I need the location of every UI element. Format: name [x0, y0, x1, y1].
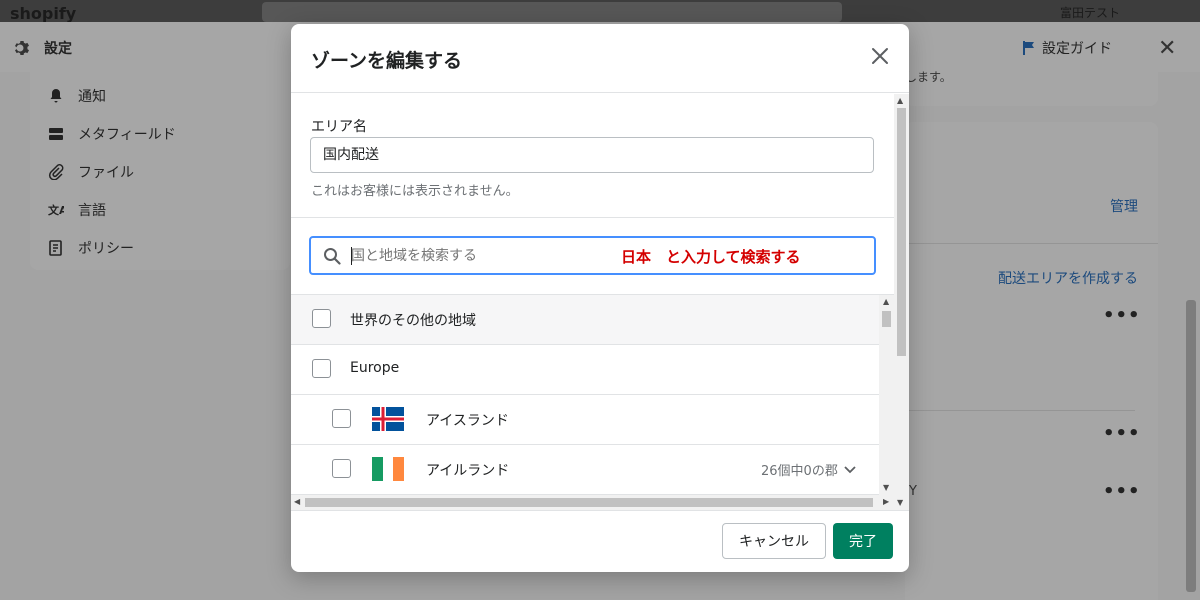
bell-icon	[50, 89, 62, 103]
translate-icon: 文A	[48, 203, 64, 217]
sidebar-item-label: 通知	[78, 89, 106, 105]
top-bar: shopify 富田テスト	[0, 0, 1200, 23]
info-card: します。	[905, 70, 1158, 106]
cancel-button[interactable]: キャンセル	[722, 523, 826, 559]
list-item-label: アイルランド	[426, 463, 510, 479]
top-search-bar[interactable]	[262, 2, 842, 22]
page-scrollbar[interactable]	[1186, 300, 1196, 592]
flag-icon	[1023, 41, 1034, 55]
checkbox[interactable]	[332, 409, 351, 428]
list-scrollbar[interactable]: ▲ ▼	[879, 295, 894, 495]
county-count[interactable]: 26個中0の郡	[761, 460, 856, 479]
area-name-help-text: これはお客様には表示されません。	[311, 184, 519, 199]
search-icon	[324, 248, 341, 265]
edit-zone-modal: ゾーンを編集する エリア名 国内配送 これはお客様には表示されません。 日本 と…	[291, 24, 909, 572]
close-icon[interactable]	[867, 43, 893, 69]
list-item-label: アイスランド	[426, 413, 509, 429]
checkbox[interactable]	[332, 459, 351, 478]
sidebar-item-notifications[interactable]: 通知	[48, 86, 106, 106]
shopify-logo[interactable]: shopify	[10, 4, 76, 23]
checkbox[interactable]	[312, 359, 331, 378]
user-name[interactable]: 富田テスト	[1060, 4, 1120, 21]
setup-guide-button[interactable]: 設定ガイド	[1022, 38, 1112, 58]
manage-link[interactable]: 管理	[1110, 196, 1138, 216]
list-item-label: 世界のその他の地域	[350, 313, 476, 329]
list-item[interactable]: Europe	[291, 345, 879, 395]
info-card-text: します。	[905, 70, 952, 84]
settings-title-text: 設定	[44, 41, 72, 57]
chevron-down-icon	[844, 465, 856, 473]
paperclip-icon	[48, 164, 64, 180]
modal-header: ゾーンを編集する	[291, 24, 909, 93]
more-options-icon[interactable]: •••	[1103, 481, 1141, 502]
settings-title: 設定	[12, 38, 72, 58]
sidebar-item-label: 言語	[78, 203, 106, 219]
country-search-input[interactable]	[351, 244, 591, 268]
list-item-label: Europe	[350, 360, 400, 376]
sidebar-item-policies[interactable]: ポリシー	[48, 238, 134, 258]
sidebar-item-label: ポリシー	[78, 241, 134, 257]
area-name-input[interactable]: 国内配送	[310, 137, 874, 173]
shipping-card	[905, 122, 1158, 600]
list-horizontal-scrollbar[interactable]: ◀ ▶	[291, 495, 894, 510]
more-options-icon[interactable]: •••	[1103, 305, 1141, 326]
done-button[interactable]: 完了	[833, 523, 893, 559]
metafield-icon	[49, 128, 63, 140]
modal-title: ゾーンを編集する	[311, 50, 463, 72]
list-item[interactable]: アイスランド	[291, 395, 879, 445]
setup-guide-label: 設定ガイド	[1042, 41, 1112, 57]
checkbox[interactable]	[312, 309, 331, 328]
svg-text:文A: 文A	[48, 203, 64, 217]
close-settings-icon[interactable]: ✕	[1158, 36, 1176, 61]
list-item[interactable]: アイルランド 26個中0の郡	[291, 445, 879, 495]
partial-text: Y	[909, 484, 917, 499]
country-list: 世界のその他の地域 Europe アイスランド アイルランド 26個中0の郡 ▲…	[291, 294, 894, 510]
ireland-flag-icon	[372, 457, 404, 481]
country-search-field[interactable]: 日本 と入力して検索する	[309, 236, 876, 275]
sidebar-item-languages[interactable]: 文A 言語	[48, 200, 106, 220]
modal-footer: キャンセル 完了	[291, 510, 909, 572]
county-count-text: 26個中0の郡	[761, 464, 838, 479]
divider	[905, 243, 1158, 244]
sidebar-item-label: ファイル	[78, 165, 134, 181]
gear-icon	[15, 41, 29, 55]
divider	[905, 410, 1135, 411]
sidebar-item-files[interactable]: ファイル	[48, 162, 134, 182]
list-item[interactable]: 世界のその他の地域	[291, 295, 879, 345]
more-options-icon[interactable]: •••	[1103, 423, 1141, 444]
sidebar-item-label: メタフィールド	[78, 127, 176, 143]
settings-sidebar: 通知 メタフィールド ファイル 文A 言語 ポリシー	[30, 72, 290, 270]
modal-body: エリア名 国内配送 これはお客様には表示されません。 日本 と入力して検索する …	[291, 94, 909, 510]
instruction-annotation: 日本 と入力して検索する	[621, 248, 801, 266]
section-divider	[291, 217, 894, 218]
policy-icon	[49, 240, 62, 256]
modal-scrollbar[interactable]: ▲ ▼	[894, 94, 909, 510]
iceland-flag-icon	[372, 407, 404, 431]
create-zone-link[interactable]: 配送エリアを作成する	[998, 268, 1138, 288]
area-name-label: エリア名	[311, 119, 367, 135]
sidebar-item-metafields[interactable]: メタフィールド	[48, 124, 176, 144]
